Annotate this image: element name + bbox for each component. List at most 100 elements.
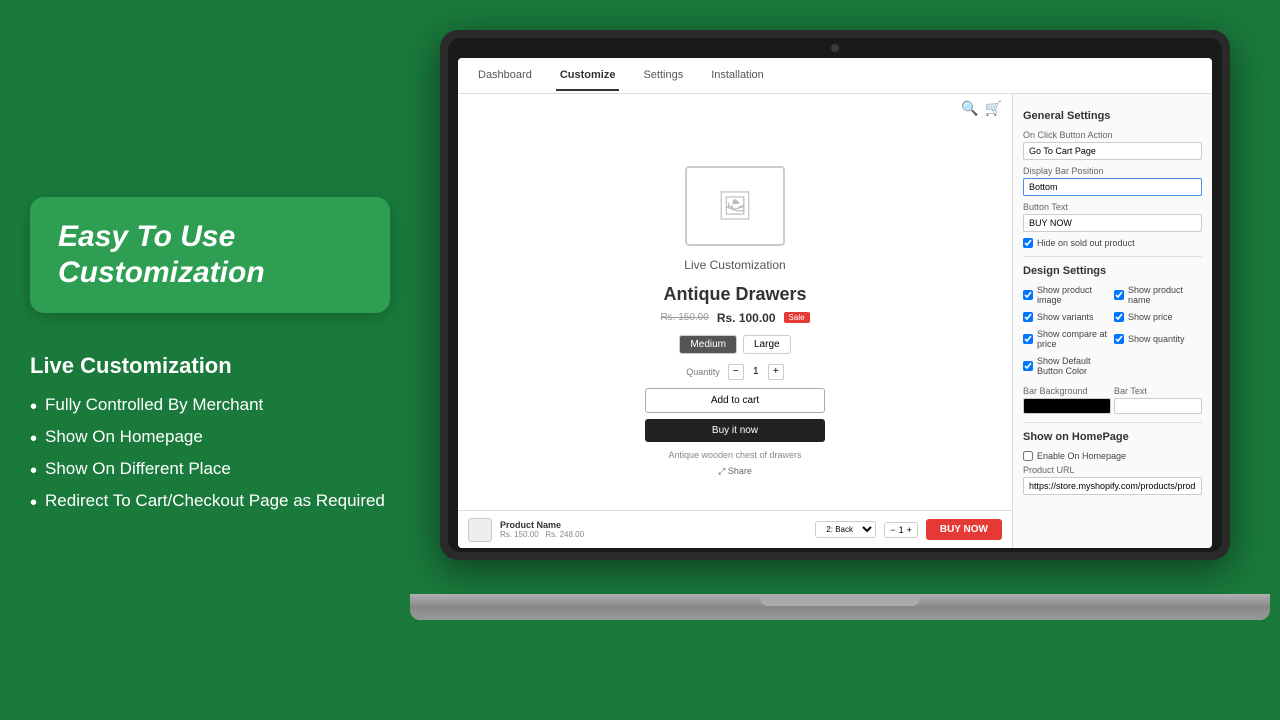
product-price-row: Rs. 150.00 Rs. 100.00 Sale — [660, 311, 809, 325]
show-default-button-label: Show Default Button Color — [1037, 356, 1111, 376]
headline-box: Easy To Use Customization — [30, 197, 390, 313]
sticky-qty-value: 1 — [899, 525, 904, 535]
qty-value: 1 — [748, 366, 764, 377]
image-placeholder-icon: 🖼 — [717, 189, 753, 222]
show-compare-price-row: Show compare at price — [1023, 329, 1111, 349]
left-panel: Easy To Use Customization Live Customiza… — [0, 0, 420, 720]
tab-installation[interactable]: Installation — [707, 61, 768, 91]
enable-homepage-checkbox[interactable] — [1023, 451, 1033, 461]
product-name: Antique Drawers — [663, 284, 806, 305]
product-preview: 🖼 Live Customization Antique Drawers Rs.… — [478, 166, 992, 477]
sticky-buy-button[interactable]: BUY NOW — [926, 519, 1002, 540]
bar-background-section: Bar Background — [1023, 386, 1111, 414]
button-text-input[interactable] — [1023, 214, 1202, 232]
buy-now-button[interactable]: Buy it now — [645, 419, 825, 442]
list-item: Fully Controlled By Merchant — [30, 395, 390, 419]
add-to-cart-button[interactable]: Add to cart — [645, 388, 825, 413]
search-icon[interactable]: 🔍 — [961, 100, 978, 117]
bar-text-swatch[interactable] — [1114, 398, 1202, 414]
qty-increase[interactable]: + — [768, 364, 784, 380]
headline-text: Easy To Use Customization — [58, 219, 362, 291]
bar-text-section: Bar Text — [1114, 386, 1202, 414]
features-title: Live Customization — [30, 353, 390, 379]
sticky-qty-decrease[interactable]: − — [890, 525, 895, 535]
list-item: Show On Homepage — [30, 427, 390, 451]
divider-2 — [1023, 422, 1202, 423]
show-product-image-checkbox[interactable] — [1023, 290, 1033, 300]
show-product-name-label: Show product name — [1128, 285, 1202, 305]
product-url-row: Product URL — [1023, 465, 1202, 495]
qty-decrease[interactable]: − — [728, 364, 744, 380]
show-variants-row: Show variants — [1023, 312, 1111, 322]
enable-homepage-row: Enable On Homepage — [1023, 451, 1202, 461]
homepage-title: Show on HomePage — [1023, 431, 1202, 443]
product-url-label: Product URL — [1023, 465, 1202, 475]
product-url-input[interactable] — [1023, 477, 1202, 495]
on-click-input[interactable] — [1023, 142, 1202, 160]
product-image: 🖼 — [685, 166, 785, 246]
bar-background-swatch[interactable] — [1023, 398, 1111, 414]
show-product-image-row: Show product image — [1023, 285, 1111, 305]
sticky-price-original: Rs. 150.00 — [500, 530, 539, 539]
show-variants-label: Show variants — [1037, 312, 1094, 322]
features-section: Live Customization Fully Controlled By M… — [30, 353, 390, 523]
show-quantity-label: Show quantity — [1128, 334, 1185, 344]
show-variants-checkbox[interactable] — [1023, 312, 1033, 322]
bar-background-label: Bar Background — [1023, 386, 1111, 396]
sticky-product-info: Product Name Rs. 150.00 Rs. 248.00 — [500, 520, 807, 539]
show-default-button-checkbox[interactable] — [1023, 361, 1033, 371]
show-product-name-checkbox[interactable] — [1114, 290, 1124, 300]
screen-content: Dashboard Customize Settings Installatio… — [458, 58, 1212, 548]
hide-sold-out-checkbox[interactable] — [1023, 238, 1033, 248]
tab-customize[interactable]: Customize — [556, 61, 620, 91]
size-medium[interactable]: Medium — [679, 335, 737, 354]
size-large[interactable]: Large — [743, 335, 791, 354]
share-row[interactable]: ⤢ Share — [718, 466, 752, 477]
show-price-label: Show price — [1128, 312, 1173, 322]
price-current: Rs. 100.00 — [717, 311, 776, 325]
qty-controls: − 1 + — [728, 364, 784, 380]
list-item: Show On Different Place — [30, 459, 390, 483]
show-product-name-row: Show product name — [1114, 285, 1202, 305]
color-swatches: Bar Background Bar Text — [1023, 386, 1202, 414]
live-label: Live Customization — [684, 258, 785, 272]
show-quantity-checkbox[interactable] — [1114, 334, 1124, 344]
laptop-bezel: Dashboard Customize Settings Installatio… — [448, 38, 1222, 552]
back-select[interactable]: 2: Back — [815, 521, 876, 538]
ui-container: Dashboard Customize Settings Installatio… — [458, 58, 1212, 548]
divider-1 — [1023, 256, 1202, 257]
laptop-base — [410, 594, 1270, 620]
main-area: 🔍 🛒 🖼 Live Customization Antique Drawers — [458, 94, 1212, 548]
tab-dashboard[interactable]: Dashboard — [474, 61, 536, 91]
show-price-checkbox[interactable] — [1114, 312, 1124, 322]
sticky-prices: Rs. 150.00 Rs. 248.00 — [500, 530, 807, 539]
hide-sold-out-label: Hide on sold out product — [1037, 238, 1135, 248]
show-quantity-row: Show quantity — [1114, 329, 1202, 349]
list-item: Redirect To Cart/Checkout Page as Requir… — [30, 491, 390, 515]
sticky-qty-increase[interactable]: + — [907, 525, 912, 535]
sticky-product-name: Product Name — [500, 520, 807, 530]
on-click-label: On Click Button Action — [1023, 130, 1202, 140]
sale-badge: Sale — [784, 312, 810, 323]
button-text-label: Button Text — [1023, 202, 1202, 212]
tab-settings[interactable]: Settings — [639, 61, 687, 91]
qty-label: Quantity — [686, 367, 720, 377]
sticky-bar: Product Name Rs. 150.00 Rs. 248.00 — [458, 510, 1012, 548]
hide-sold-out-row: Hide on sold out product — [1023, 238, 1202, 248]
show-product-image-label: Show product image — [1037, 285, 1111, 305]
design-settings-title: Design Settings — [1023, 265, 1202, 277]
settings-panel: General Settings On Click Button Action … — [1012, 94, 1212, 548]
show-price-row: Show price — [1114, 312, 1202, 322]
on-click-row: On Click Button Action — [1023, 130, 1202, 160]
price-original: Rs. 150.00 — [660, 312, 708, 323]
product-description: Antique wooden chest of drawers — [668, 450, 801, 460]
laptop-container: Dashboard Customize Settings Installatio… — [410, 30, 1280, 700]
preview-area: 🔍 🛒 🖼 Live Customization Antique Drawers — [458, 94, 1012, 548]
show-compare-price-label: Show compare at price — [1037, 329, 1111, 349]
size-options: Medium Large — [679, 335, 790, 354]
show-compare-price-checkbox[interactable] — [1023, 334, 1033, 344]
cart-icon[interactable]: 🛒 — [985, 100, 1002, 117]
preview-top-bar: 🔍 🛒 — [951, 94, 1012, 123]
display-position-input[interactable] — [1023, 178, 1202, 196]
laptop-camera — [831, 44, 839, 52]
